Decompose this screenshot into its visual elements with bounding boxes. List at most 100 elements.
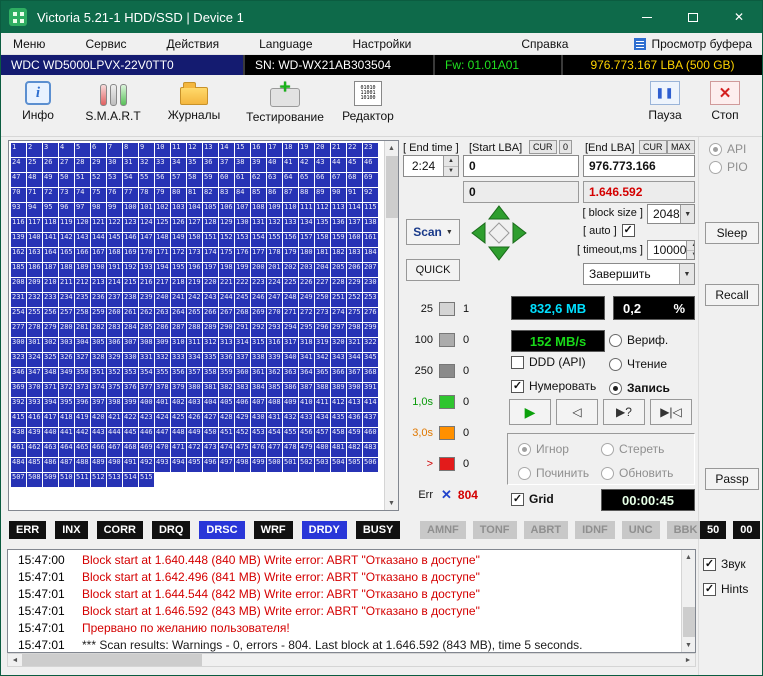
seek-end-button[interactable]: ▶|◁ [650,399,692,425]
editor-button[interactable]: 01010 11001 10100 Редактор [335,79,401,123]
recall-button[interactable]: Recall [705,284,759,306]
start-cur-button[interactable]: CUR [529,140,557,154]
end-max-button[interactable]: MAX [667,140,695,154]
close-button[interactable]: ✕ [716,1,762,33]
menu-item-2[interactable]: Сервис [85,37,126,51]
log-vertical-scrollbar[interactable]: ▲ ▼ [681,550,695,652]
test-block: 157 [299,233,314,247]
sound-checkbox[interactable]: ✓ [703,558,716,571]
ddd-api-option[interactable]: DDD (API) [511,355,586,369]
menu-item-6[interactable]: Справка [521,37,568,51]
mode-radio-1[interactable]: Вериф. [609,328,670,352]
spin-down-icon[interactable]: ▼ [444,167,458,177]
test-block: 238 [123,293,138,307]
sleep-button[interactable]: Sleep [705,222,759,244]
journals-button[interactable]: Журналы [159,79,229,122]
minimize-button[interactable] [624,1,670,33]
test-block: 65 [299,173,314,187]
test-block: 277 [11,323,26,337]
remap-radio-4: Обновить [601,466,684,480]
log-panel[interactable]: 15:47:00Block start at 1.640.448 (840 MB… [7,549,696,653]
menu-item-4[interactable]: Language [259,37,312,51]
buffer-view-button[interactable]: Просмотр буфера [634,37,752,51]
log-time: 15:47:01 [8,569,70,586]
test-block: 445 [123,428,138,442]
step-back-button[interactable]: ◁ [556,399,598,425]
grid-checkbox[interactable]: ✓ [511,493,524,506]
stop-button[interactable]: ✕ Стоп [697,79,753,122]
test-block: 344 [347,353,362,367]
navigation-pad[interactable] [469,203,529,263]
scan-button[interactable]: Scan ▼ [406,219,460,245]
scroll-right-icon[interactable]: ► [681,654,695,666]
test-block: 370 [27,383,42,397]
grid-option[interactable]: ✓ Grid [511,492,554,506]
log-horizontal-scrollbar[interactable]: ◄ ► [7,653,696,667]
play-button[interactable]: ▶ [509,399,551,425]
menu-item-3[interactable]: Действия [167,37,220,51]
legend-row-1: 251 [403,301,478,317]
test-block: 115 [363,203,378,217]
test-block: 364 [299,368,314,382]
scroll-down-icon[interactable]: ▼ [682,638,695,652]
log-scroll-thumb[interactable] [683,607,695,637]
mode-radio-3[interactable]: Запись [609,376,670,400]
pause-button[interactable]: ❚❚ Пауза [639,79,691,122]
end-time-spinner[interactable]: 2:24 ▲ ▼ [403,155,459,177]
test-block: 292 [251,323,266,337]
scroll-up-icon[interactable]: ▲ [385,141,398,155]
test-block: 410 [299,398,314,412]
hints-option[interactable]: ✓ Hints [703,582,748,596]
numerate-option[interactable]: ✓ Нумеровать [511,379,596,393]
seek-button[interactable]: ▶? [603,399,645,425]
hints-checkbox[interactable]: ✓ [703,583,716,596]
scroll-down-icon[interactable]: ▼ [385,496,398,510]
info-button[interactable]: i Инфо [11,79,65,122]
dropdown-icon[interactable]: ▼ [679,264,694,284]
ddd-checkbox[interactable] [511,356,524,369]
testing-button[interactable]: + Тестирование [239,79,331,124]
maximize-button[interactable] [670,1,716,33]
test-block: 42 [299,158,314,172]
sound-option[interactable]: ✓ Звук [703,557,746,571]
test-block: 475 [235,443,250,457]
end-lba-input[interactable]: 976.773.166 [583,155,695,177]
test-block: 99 [107,203,122,217]
start-zero-button[interactable]: 0 [559,140,572,154]
end-cur-button[interactable]: CUR [639,140,667,154]
start-lba-input[interactable]: 0 [463,155,579,177]
start-lba-value: 0 [464,159,476,173]
grid-scroll-thumb[interactable] [386,156,398,218]
passport-button[interactable]: Passp [705,468,759,490]
test-block: 76 [107,188,122,202]
grid-scrollbar[interactable]: ▲ ▼ [384,141,398,510]
scroll-up-icon[interactable]: ▲ [682,550,695,564]
spinner-arrows[interactable]: ▲ ▼ [443,156,458,176]
test-block: 181 [315,248,330,262]
spinner-arrows[interactable]: ▲ ▼ [686,241,695,259]
test-block: 109 [267,203,282,217]
spin-up-icon[interactable]: ▲ [687,241,695,251]
menu-items: Меню Сервис Действия Language Настройки Справ… [1,37,608,51]
titlebar: Victoria 5.21-1 HDD/SSD | Device 1 ✕ [1,1,762,33]
auto-checkbox[interactable]: ✓ [622,224,635,237]
log-hscroll-thumb[interactable] [22,654,202,666]
test-block: 123 [123,218,138,232]
device-model[interactable]: WDC WD5000LPVX-22V0TT0 [1,55,245,75]
on-end-action-select[interactable]: Завершить ▼ [583,263,695,285]
test-block: 447 [155,428,170,442]
menu-item-1[interactable]: Меню [13,37,45,51]
spin-down-icon[interactable]: ▼ [687,251,695,260]
test-block: 27 [59,158,74,172]
dropdown-icon[interactable]: ▼ [680,205,695,223]
scroll-left-icon[interactable]: ◄ [8,654,22,666]
test-block: 461 [11,443,26,457]
mode-radio-2[interactable]: Чтение [609,352,670,376]
timeout-spinner[interactable]: 10000 ▲ ▼ [647,240,695,260]
spin-up-icon[interactable]: ▲ [444,156,458,167]
menu-item-5[interactable]: Настройки [353,37,412,51]
smart-button[interactable]: S.M.A.R.T [75,79,151,123]
numerate-checkbox[interactable]: ✓ [511,380,524,393]
block-size-select[interactable]: 2048 ▼ [647,204,695,224]
quick-button[interactable]: QUICK [406,259,460,281]
